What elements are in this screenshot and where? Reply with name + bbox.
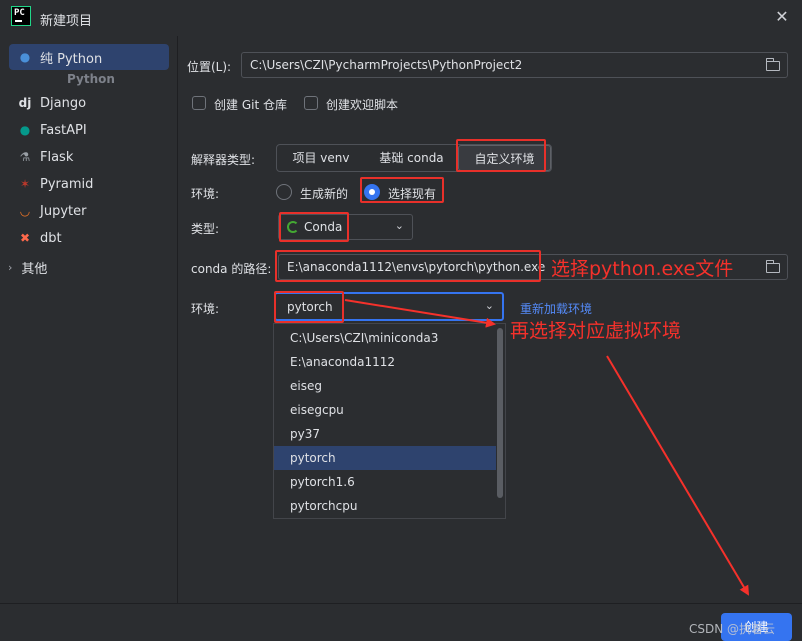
env-value: pytorch — [287, 300, 333, 314]
list-item[interactable]: py37 — [274, 422, 496, 446]
django-icon: dj — [18, 96, 32, 110]
sidebar-item-flask[interactable]: ⚗ Flask — [9, 144, 169, 170]
sidebar-item-label: Flask — [40, 149, 74, 165]
pycharm-logo-icon: PC — [11, 6, 31, 26]
type-label: 类型: — [191, 222, 220, 236]
radio-generate-new-label: 生成新的 — [300, 187, 349, 201]
jupyter-icon: ◡ — [19, 204, 31, 218]
window-title: 新建项目 — [40, 14, 93, 29]
env-label: 环境: — [191, 187, 220, 201]
list-item[interactable]: E:\anaconda1112 — [274, 350, 496, 374]
env-select[interactable]: pytorch ⌄ — [274, 292, 504, 321]
tab-base-conda[interactable]: 基础 conda — [365, 145, 458, 171]
browse-conda-folder-icon[interactable] — [765, 260, 780, 273]
arrow-to-create-button — [606, 355, 750, 596]
type-select-content: Conda — [287, 220, 342, 234]
list-item[interactable]: eisegcpu — [274, 398, 496, 422]
group-label-python: Python — [67, 72, 115, 86]
fastapi-icon: ● — [19, 123, 31, 137]
close-button[interactable]: ✕ — [774, 9, 790, 25]
sidebar-item-fastapi[interactable]: ● FastAPI — [9, 117, 169, 143]
conda-icon — [287, 221, 299, 233]
conda-path-value: E:\anaconda1112\envs\pytorch\python.exe — [287, 260, 546, 274]
radio-select-existing[interactable] — [364, 184, 380, 200]
list-item[interactable]: C:\Users\CZI\miniconda3 — [274, 326, 496, 350]
browse-folder-icon[interactable] — [765, 58, 780, 71]
dropdown-scrollbar[interactable] — [497, 328, 503, 498]
sidebar-item-label: 纯 Python — [40, 51, 103, 67]
git-repo-label: 创建 Git 仓库 — [214, 98, 287, 112]
pyramid-icon: ✶ — [19, 177, 31, 191]
list-item[interactable]: eiseg — [274, 374, 496, 398]
csdn-watermark: CSDN @执着云 — [689, 622, 776, 636]
type-value: Conda — [304, 220, 343, 234]
conda-path-label: conda 的路径: — [191, 262, 272, 276]
location-value: C:\Users\CZI\PycharmProjects\PythonProje… — [250, 58, 523, 72]
git-repo-checkbox[interactable] — [192, 96, 206, 110]
type-select[interactable]: Conda ⌄ — [278, 214, 413, 240]
sidebar-item-label: Jupyter — [40, 203, 87, 219]
tab-custom-env[interactable]: 自定义环境 — [458, 145, 551, 171]
list-item[interactable]: pytorchcpu — [274, 494, 496, 518]
title-bar: PC 新建项目 ✕ — [0, 0, 802, 36]
sidebar-item-dbt[interactable]: ✖ dbt — [9, 225, 169, 251]
footer-bar: 创建 CSDN @执着云 — [0, 603, 802, 641]
sidebar-item-django[interactable]: dj Django — [9, 90, 169, 116]
env2-label: 环境: — [191, 302, 220, 316]
radio-generate-new[interactable] — [276, 184, 292, 200]
welcome-script-label: 创建欢迎脚本 — [326, 98, 399, 112]
sidebar-item-label: Pyramid — [40, 176, 94, 192]
python-icon: ● — [19, 50, 31, 64]
location-input[interactable]: C:\Users\CZI\PycharmProjects\PythonProje… — [241, 52, 788, 78]
sidebar-item-other[interactable]: › 其他 — [4, 254, 164, 280]
sidebar-item-pyramid[interactable]: ✶ Pyramid — [9, 171, 169, 197]
flask-icon: ⚗ — [19, 150, 31, 164]
sidebar-item-jupyter[interactable]: ◡ Jupyter — [9, 198, 169, 224]
welcome-script-checkbox[interactable] — [304, 96, 318, 110]
chevron-down-icon: ⌄ — [484, 299, 494, 312]
interpreter-type-segmented: 项目 venv 基础 conda 自定义环境 — [276, 144, 552, 172]
sidebar-item-pure-python[interactable]: ● 纯 Python — [9, 44, 169, 70]
sidebar-item-label: Django — [40, 95, 87, 111]
tab-project-venv[interactable]: 项目 venv — [277, 145, 365, 171]
chevron-down-icon: ⌄ — [394, 219, 404, 232]
project-type-sidebar: ● 纯 Python Python dj Django ● FastAPI ⚗ … — [0, 36, 178, 603]
sidebar-item-label: FastAPI — [40, 122, 87, 138]
sidebar-item-label: 其他 — [21, 261, 48, 277]
chevron-right-icon: › — [8, 260, 13, 274]
annotation-select-env: 再选择对应虚拟环境 — [510, 320, 682, 342]
list-item-selected[interactable]: pytorch — [274, 446, 496, 470]
env-dropdown-list: C:\Users\CZI\miniconda3 E:\anaconda1112 … — [273, 323, 506, 519]
annotation-select-exe: 选择python.exe文件 — [551, 258, 734, 280]
radio-select-existing-label: 选择现有 — [388, 187, 437, 201]
dbt-icon: ✖ — [19, 231, 31, 245]
reload-env-link[interactable]: 重新加载环境 — [520, 300, 592, 317]
interpreter-type-label: 解释器类型: — [191, 153, 256, 167]
sidebar-item-label: dbt — [40, 230, 62, 246]
list-item[interactable]: pytorch1.6 — [274, 470, 496, 494]
location-label: 位置(L): — [187, 60, 232, 74]
